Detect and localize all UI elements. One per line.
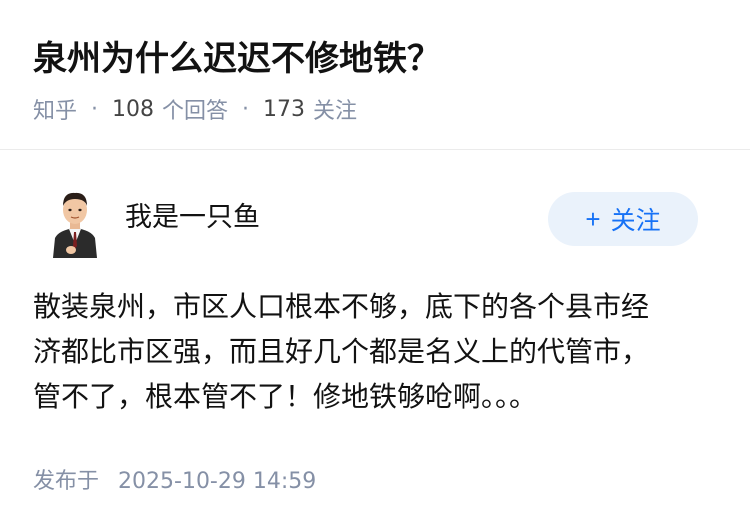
follow-button[interactable]: + 关注 [548,192,698,246]
follower-count-label[interactable]: 关注 [313,93,357,125]
question-meta: 知乎 · 108 个回答 · 173 关注 [33,92,357,126]
follow-button-label: 关注 [610,207,661,235]
question-title[interactable]: 泉州为什么迟迟不修地铁？ [33,36,441,82]
publish-time: 2025-10-29 14:59 [118,469,317,494]
answer-count: 108 [112,96,155,122]
answer-content[interactable]: 散装泉州，市区人口根本不够，底下的各个县市经 济都比市区强，而且好几个都是名义上… [33,284,703,419]
person-avatar-icon[interactable] [47,186,103,258]
answer-text-line: 管不了，根本管不了！修地铁够呛啊。。。 [33,380,538,413]
answer-text-line: 济都比市区强，而且好几个都是名义上的代管市， [33,335,650,368]
follower-count: 173 [263,96,306,122]
publish-info: 发布于 2025-10-29 14:59 [33,463,316,495]
answer-author-row: 我是一只鱼 + 关注 [33,180,698,260]
author-name[interactable]: 我是一只鱼 [125,200,260,236]
meta-separator: · [91,96,99,122]
answer-count-label[interactable]: 个回答 [162,93,228,125]
source-label[interactable]: 知乎 [33,93,77,125]
plus-icon: + [585,203,601,234]
publish-label: 发布于 [33,469,100,494]
question-header: 泉州为什么迟迟不修地铁？ 知乎 · 108 个回答 · 173 关注 [0,0,750,150]
meta-separator: · [242,96,250,122]
answer-text-line: 散装泉州，市区人口根本不够，底下的各个县市经 [33,290,650,323]
